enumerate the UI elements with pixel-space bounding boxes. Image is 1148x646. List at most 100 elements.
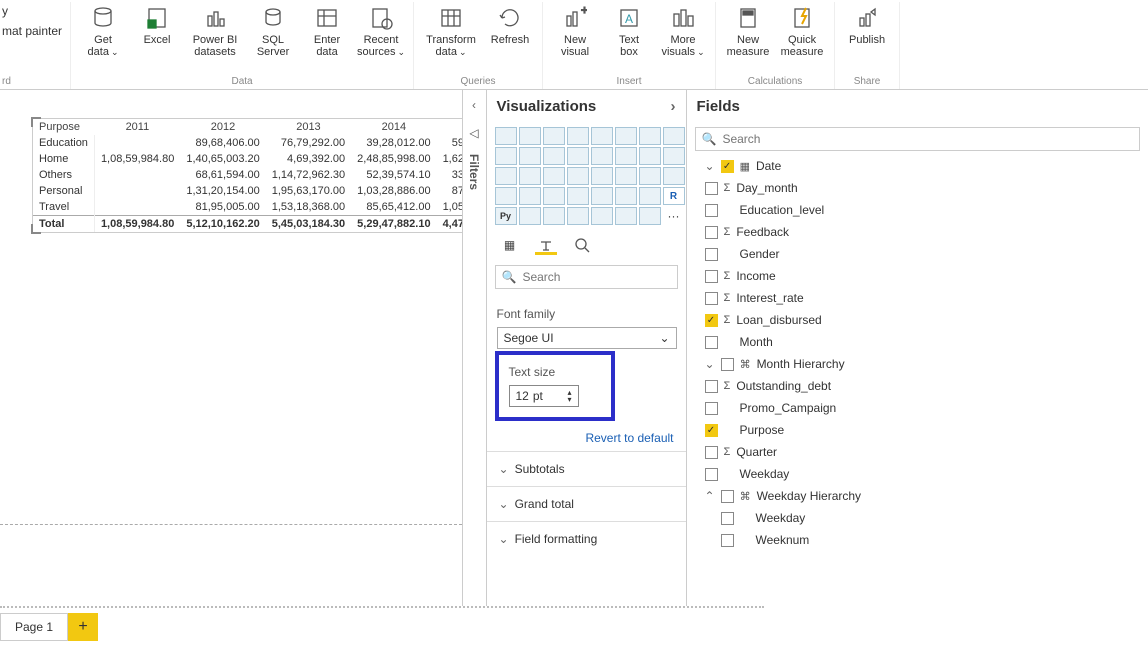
checkbox-icon[interactable] bbox=[705, 468, 718, 481]
fields-search[interactable]: 🔍 bbox=[695, 127, 1141, 151]
fields-tab-icon[interactable]: ▦ bbox=[499, 235, 521, 255]
field-item[interactable]: Purpose bbox=[687, 419, 1148, 441]
viz-type-button[interactable] bbox=[615, 187, 637, 205]
viz-type-button[interactable]: R bbox=[663, 187, 685, 205]
viz-type-button[interactable] bbox=[495, 127, 517, 145]
viz-type-button[interactable] bbox=[591, 167, 613, 185]
text-size-input[interactable]: 12 pt ▴▾ bbox=[509, 385, 579, 407]
viz-type-button[interactable] bbox=[495, 187, 517, 205]
viz-type-button[interactable] bbox=[495, 147, 517, 165]
viz-type-button[interactable] bbox=[567, 187, 589, 205]
transform-data-button[interactable]: Transform data bbox=[422, 4, 480, 58]
viz-type-button[interactable] bbox=[591, 187, 613, 205]
viz-type-button[interactable] bbox=[615, 127, 637, 145]
viz-type-button[interactable] bbox=[543, 207, 565, 225]
selection-handle[interactable] bbox=[31, 117, 41, 127]
field-formatting-accordion[interactable]: Field formatting bbox=[487, 521, 686, 556]
field-item[interactable]: ΣOutstanding_debt bbox=[687, 375, 1148, 397]
viz-type-button[interactable] bbox=[663, 167, 685, 185]
get-data-button[interactable]: Get data bbox=[79, 4, 127, 58]
fields-search-input[interactable] bbox=[722, 132, 1133, 146]
field-item[interactable]: ΣInterest_rate bbox=[687, 287, 1148, 309]
grand-total-accordion[interactable]: Grand total bbox=[487, 486, 686, 521]
field-item[interactable]: Promo_Campaign bbox=[687, 397, 1148, 419]
viz-type-button[interactable] bbox=[615, 167, 637, 185]
checkbox-icon[interactable] bbox=[721, 534, 734, 547]
analytics-tab-icon[interactable] bbox=[571, 235, 593, 255]
viz-type-button[interactable]: Py bbox=[495, 207, 517, 225]
field-item[interactable]: ΣQuarter bbox=[687, 441, 1148, 463]
viz-type-button[interactable] bbox=[663, 147, 685, 165]
field-item[interactable]: Education_level bbox=[687, 199, 1148, 221]
checkbox-icon[interactable] bbox=[705, 336, 718, 349]
excel-button[interactable]: Excel bbox=[133, 4, 181, 58]
viz-type-button[interactable] bbox=[543, 187, 565, 205]
more-visuals-button[interactable]: More visuals bbox=[659, 4, 707, 58]
viz-type-button[interactable] bbox=[567, 167, 589, 185]
add-page-button[interactable]: + bbox=[68, 613, 98, 641]
subtotals-accordion[interactable]: Subtotals bbox=[487, 451, 686, 486]
viz-type-button[interactable] bbox=[543, 127, 565, 145]
checkbox-icon[interactable] bbox=[721, 160, 734, 173]
copy-button-partial[interactable]: y bbox=[2, 4, 8, 18]
viz-type-button[interactable] bbox=[543, 147, 565, 165]
publish-button[interactable]: Publish bbox=[843, 4, 891, 46]
checkbox-icon[interactable] bbox=[705, 402, 718, 415]
field-item[interactable]: ⌄▦Date bbox=[687, 155, 1148, 177]
viz-type-button[interactable] bbox=[519, 127, 541, 145]
field-item[interactable]: Month bbox=[687, 331, 1148, 353]
checkbox-icon[interactable] bbox=[705, 292, 718, 305]
checkbox-icon[interactable] bbox=[721, 358, 734, 371]
viz-type-button[interactable] bbox=[567, 147, 589, 165]
viz-type-button[interactable] bbox=[519, 167, 541, 185]
viz-type-button[interactable] bbox=[567, 207, 589, 225]
format-painter-button-partial[interactable]: mat painter bbox=[2, 24, 62, 38]
checkbox-icon[interactable] bbox=[705, 380, 718, 393]
viz-type-button[interactable] bbox=[591, 127, 613, 145]
field-item[interactable]: Weekday bbox=[687, 507, 1148, 529]
field-item[interactable]: ⌃⌘Weekday Hierarchy bbox=[687, 485, 1148, 507]
viz-type-button[interactable] bbox=[639, 187, 661, 205]
spinner-icon[interactable]: ▴▾ bbox=[567, 389, 571, 403]
checkbox-icon[interactable] bbox=[705, 270, 718, 283]
field-item[interactable]: ΣIncome bbox=[687, 265, 1148, 287]
filters-pane-collapsed[interactable]: ‹ ◁ Filters bbox=[462, 90, 486, 606]
field-item[interactable]: ΣLoan_disbursed bbox=[687, 309, 1148, 331]
viz-type-button[interactable] bbox=[591, 207, 613, 225]
matrix-visual[interactable]: Purpose2011201220132014201520162017 Educ… bbox=[32, 118, 462, 233]
new-measure-button[interactable]: New measure bbox=[724, 4, 772, 58]
field-item[interactable]: ΣFeedback bbox=[687, 221, 1148, 243]
report-canvas[interactable]: ↑ ↓ ↓↓ ⇊ ▽ ⛶ ··· Purpose2011201220132014… bbox=[0, 90, 462, 606]
viz-type-button[interactable] bbox=[663, 127, 685, 145]
viz-type-button[interactable] bbox=[519, 207, 541, 225]
viz-type-button[interactable] bbox=[639, 207, 661, 225]
text-box-button[interactable]: A Text box bbox=[605, 4, 653, 58]
checkbox-icon[interactable] bbox=[705, 446, 718, 459]
checkbox-icon[interactable] bbox=[705, 248, 718, 261]
powerbi-datasets-button[interactable]: Power BI datasets bbox=[187, 4, 243, 58]
font-family-select[interactable]: Segoe UI ⌄ bbox=[497, 327, 677, 349]
field-item[interactable]: ΣDay_month bbox=[687, 177, 1148, 199]
viz-type-button[interactable] bbox=[639, 147, 661, 165]
chevron-right-icon[interactable]: › bbox=[671, 98, 676, 115]
format-search-input[interactable] bbox=[522, 270, 677, 284]
selection-handle[interactable] bbox=[31, 224, 41, 234]
viz-type-button[interactable] bbox=[591, 147, 613, 165]
page-tab[interactable]: Page 1 bbox=[0, 613, 68, 641]
checkbox-icon[interactable] bbox=[705, 226, 718, 239]
format-search[interactable]: 🔍 bbox=[495, 265, 678, 289]
revert-to-default-link[interactable]: Revert to default bbox=[487, 425, 686, 451]
viz-type-button[interactable]: ··· bbox=[663, 207, 685, 225]
viz-type-button[interactable] bbox=[519, 187, 541, 205]
viz-type-button[interactable] bbox=[639, 127, 661, 145]
checkbox-icon[interactable] bbox=[721, 512, 734, 525]
viz-type-button[interactable] bbox=[615, 207, 637, 225]
viz-type-button[interactable] bbox=[615, 147, 637, 165]
checkbox-icon[interactable] bbox=[721, 490, 734, 503]
checkbox-icon[interactable] bbox=[705, 424, 718, 437]
sql-server-button[interactable]: SQL Server bbox=[249, 4, 297, 58]
field-item[interactable]: ⌄⌘Month Hierarchy bbox=[687, 353, 1148, 375]
enter-data-button[interactable]: Enter data bbox=[303, 4, 351, 58]
field-item[interactable]: Weeknum bbox=[687, 529, 1148, 551]
viz-type-button[interactable] bbox=[495, 167, 517, 185]
